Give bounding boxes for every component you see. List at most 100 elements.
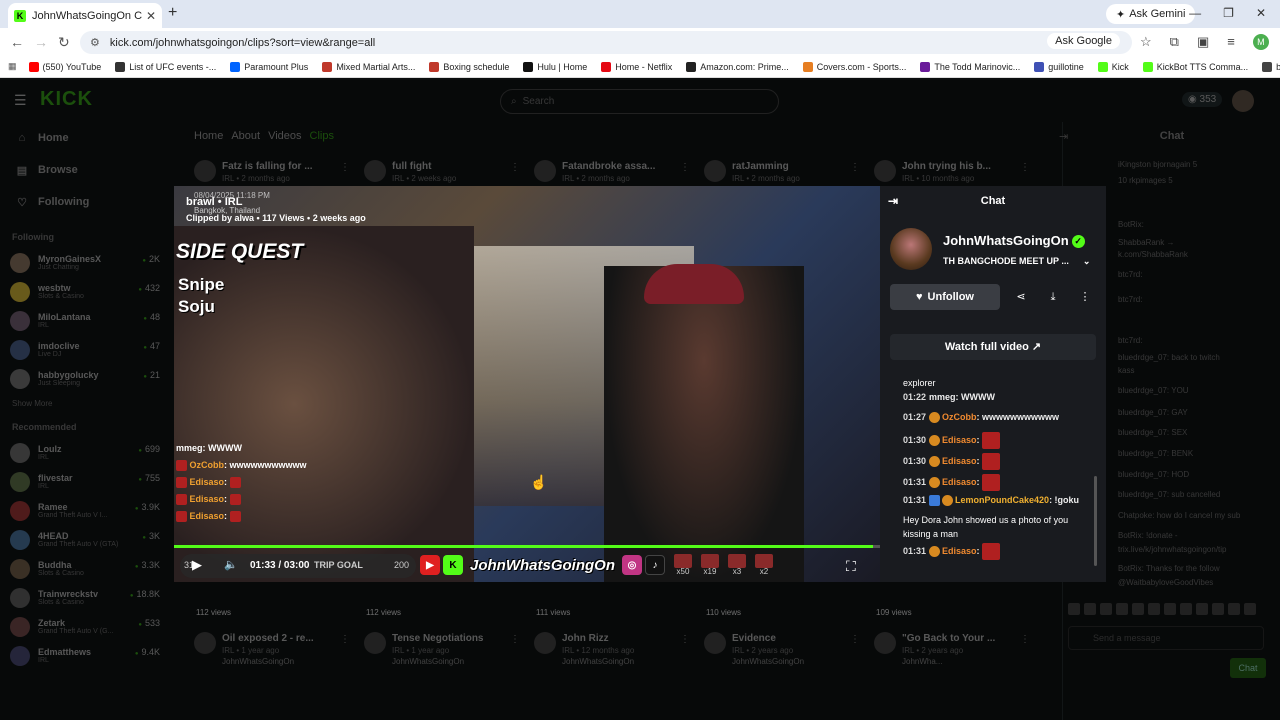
browser-tab[interactable]: K JohnWhatsGoingOn Clips - Wa ✕ bbox=[8, 3, 162, 28]
trip-goal-label: TRIP GOAL bbox=[314, 560, 363, 570]
streamer-name[interactable]: JohnWhatsGoingOn ✓ bbox=[943, 233, 1085, 249]
download-icon[interactable]: ⤓ bbox=[1042, 286, 1064, 308]
user-badge-icon bbox=[929, 456, 941, 467]
replay-chat-message: 01:30 Edisaso: bbox=[903, 432, 1001, 449]
user-badge-icon bbox=[176, 494, 187, 506]
overlay-chat-line: mmeg: WWWW bbox=[176, 440, 307, 457]
apps-grid-icon[interactable]: ▦ bbox=[8, 61, 17, 72]
video-frame-red-cap bbox=[644, 264, 744, 304]
more-options-icon[interactable]: ⋮ bbox=[1074, 286, 1096, 308]
emote-icon bbox=[229, 477, 241, 489]
bookmark-item[interactable]: Hulu | Home bbox=[523, 61, 587, 72]
gift-emote-icon bbox=[673, 554, 692, 568]
unfollow-button[interactable]: ♥ Unfollow bbox=[890, 284, 1000, 310]
bookmark-favicon-icon bbox=[1097, 61, 1108, 72]
youtube-icon: ▶ bbox=[420, 555, 440, 575]
bookmark-item[interactable]: Boxing schedule bbox=[429, 61, 509, 72]
chat-username: Edisaso bbox=[942, 455, 977, 466]
bookmark-item[interactable]: The Todd Marinovic... bbox=[920, 61, 1020, 72]
address-bar[interactable]: ⚙ kick.com/johnwhatsgoingon/clips?sort=v… bbox=[80, 31, 1132, 54]
bookmark-favicon-icon bbox=[322, 61, 333, 72]
emote-icon bbox=[229, 494, 241, 506]
replay-chat-message: Hey Dora John showed us a photo of you bbox=[903, 515, 1068, 525]
chat-timestamp: 01:27 bbox=[903, 412, 927, 422]
tab-close-icon[interactable]: ✕ bbox=[146, 9, 156, 23]
video-frame-person-right bbox=[604, 266, 804, 582]
forward-arrow-icon[interactable]: → bbox=[34, 34, 48, 50]
video-progress-bar[interactable] bbox=[174, 545, 880, 548]
ask-gemini-button[interactable]: ✦ Ask Gemini bbox=[1106, 4, 1196, 24]
browser-tab-strip: K JohnWhatsGoingOn Clips - Wa ✕ + ✦ Ask … bbox=[0, 0, 1280, 28]
bookmark-item[interactable]: Covers.com - Sports... bbox=[802, 61, 907, 72]
bookmark-label: Covers.com - Sports... bbox=[816, 61, 907, 72]
user-badge-icon bbox=[176, 511, 187, 523]
bookmark-item[interactable]: KickBot TTS Comma... bbox=[1142, 61, 1248, 72]
replay-chat-scrollbar[interactable] bbox=[1094, 476, 1097, 566]
bookmark-favicon-icon bbox=[429, 61, 440, 72]
bookmark-star-icon[interactable]: ☆ bbox=[1140, 34, 1152, 50]
bookmark-item[interactable]: Paramount Plus bbox=[230, 61, 308, 72]
sub-badge-icon bbox=[929, 495, 941, 507]
bookmark-item[interactable]: (550) YouTube bbox=[28, 61, 101, 72]
streamer-avatar[interactable] bbox=[890, 228, 932, 270]
side-quest-item: Snipe bbox=[178, 275, 225, 294]
mouse-cursor-icon: ☝ bbox=[530, 474, 548, 490]
gift-emote-icon bbox=[700, 554, 719, 568]
overlay-chat-msg: : WWWW bbox=[202, 443, 242, 453]
restore-icon[interactable]: ❐ bbox=[1223, 6, 1234, 20]
extensions-icon[interactable]: ⧉ bbox=[1170, 34, 1179, 50]
overlay-chat-line: OzCobb: wwwwwwwwwww bbox=[176, 457, 307, 474]
video-timecode: 01:33 / 03:00 bbox=[250, 560, 310, 571]
bookmark-label: Amazon.com: Prime... bbox=[700, 61, 789, 72]
bookmark-item[interactable]: botrix bbox=[1262, 61, 1280, 72]
overlay-chat-user: OzCobb bbox=[187, 460, 225, 470]
share-icon[interactable]: ⋖ bbox=[1010, 286, 1032, 308]
chat-message-text: explorer bbox=[903, 378, 936, 388]
site-info-icon[interactable]: ⚙ bbox=[90, 36, 100, 49]
chat-username: Edisaso bbox=[942, 476, 977, 487]
minimize-icon[interactable]: — bbox=[1189, 6, 1201, 20]
side-panel-icon[interactable]: ▣ bbox=[1197, 34, 1209, 50]
bookmark-item[interactable]: Mixed Martial Arts... bbox=[322, 61, 415, 72]
chat-timestamp: 01:22 bbox=[903, 392, 927, 402]
bookmark-favicon-icon bbox=[686, 61, 697, 72]
bookmark-label: botrix bbox=[1276, 61, 1280, 72]
reload-icon[interactable]: ↻ bbox=[58, 34, 70, 51]
collapse-panel-icon[interactable]: ⇥ bbox=[888, 186, 898, 216]
video-controls: 31 ▶ 🔈 01:33 / 03:00 TRIP GOAL 200 ▶ K J… bbox=[174, 552, 880, 582]
bookmark-item[interactable]: Kick bbox=[1097, 61, 1129, 72]
bookmark-item[interactable]: guillotine bbox=[1034, 61, 1084, 72]
side-panel-title: Chat bbox=[980, 195, 1006, 207]
bookmark-favicon-icon bbox=[1262, 61, 1273, 72]
chevron-down-icon[interactable]: ⌄ bbox=[1083, 256, 1091, 266]
chat-message-text: kissing a man bbox=[903, 529, 959, 539]
bookmark-item[interactable]: Amazon.com: Prime... bbox=[686, 61, 789, 72]
new-tab-button[interactable]: + bbox=[168, 4, 177, 22]
overlay-chat-line: Edisaso: bbox=[176, 508, 307, 525]
stream-title[interactable]: TH BANGCHODE MEET UP ... ⌄ bbox=[943, 256, 1090, 267]
gift-counter: x50 bbox=[673, 554, 692, 576]
overlay-chat-user: mmeg bbox=[176, 443, 203, 453]
bookmark-favicon-icon bbox=[920, 61, 931, 72]
fullscreen-icon[interactable]: ⛶ bbox=[846, 558, 856, 575]
bookmark-item[interactable]: List of UFC events -... bbox=[115, 61, 216, 72]
replay-chat-message: 01:31 Edisaso: bbox=[903, 543, 1001, 560]
watch-full-video-button[interactable]: Watch full video ↗ bbox=[890, 334, 1096, 360]
back-arrow-icon[interactable]: ← bbox=[10, 34, 24, 50]
side-quest-title: SIDE QUEST bbox=[176, 240, 304, 263]
play-icon[interactable]: ▶ bbox=[192, 557, 202, 573]
user-badge-icon bbox=[929, 435, 941, 446]
replay-chat-message: kissing a man bbox=[903, 529, 958, 539]
volume-icon[interactable]: 🔈 bbox=[224, 558, 238, 571]
bookmark-favicon-icon bbox=[802, 61, 813, 72]
clip-video-player[interactable]: 08/04/2025 11:18 PM brawl • IRL Bangkok,… bbox=[174, 186, 880, 582]
chat-username: Edisaso bbox=[942, 545, 977, 556]
media-controls-icon[interactable]: ≡ bbox=[1227, 34, 1235, 50]
bookmark-item[interactable]: Home - Netflix bbox=[601, 61, 672, 72]
overlay-chat-user: Edisaso bbox=[187, 477, 225, 487]
profile-avatar[interactable]: M bbox=[1252, 34, 1269, 50]
ask-google-button[interactable]: Ask Google bbox=[1047, 33, 1120, 49]
kick-icon: K bbox=[443, 555, 463, 575]
close-window-icon[interactable]: ✕ bbox=[1256, 6, 1266, 20]
overlay-chat-user: Edisaso bbox=[187, 511, 225, 521]
